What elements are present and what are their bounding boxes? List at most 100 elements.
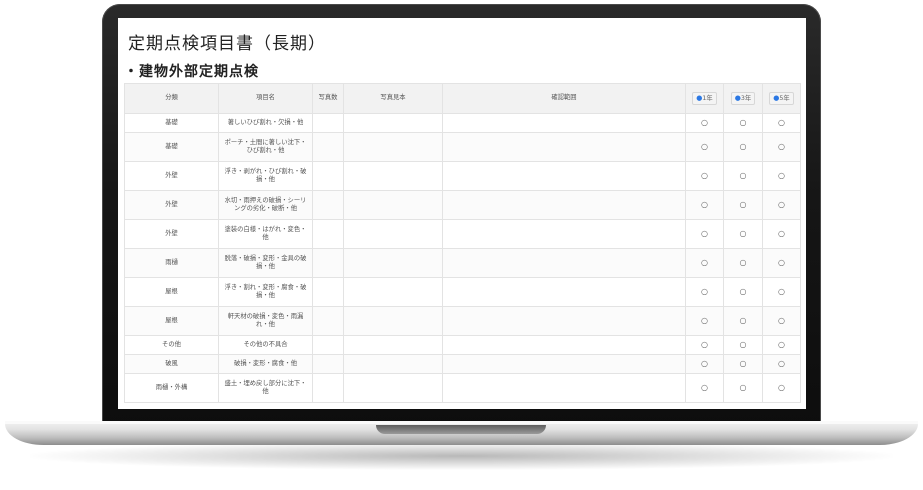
- row-year-1-mark: ○: [685, 354, 724, 374]
- header-photo-count: 写真数: [312, 83, 344, 114]
- header-year-3[interactable]: ●3年: [723, 83, 763, 114]
- row-year-5-mark: ○: [762, 277, 801, 307]
- row-year-5-mark: ○: [762, 354, 801, 374]
- row-year-1-mark: ○: [685, 113, 724, 133]
- laptop-screen: 定期点検項目書（長期） ・建物外部定期点検 分類 項目名 写真数 写真見本 確認…: [118, 18, 806, 409]
- row-year-5-mark: ○: [762, 306, 801, 336]
- row-photo-sample: [343, 306, 443, 336]
- row-item: 水切・雨押えの破損・シーリングの劣化・破断・他: [218, 190, 313, 220]
- row-item: 軒天材の破損・変色・雨漏れ・他: [218, 306, 313, 336]
- table-row: 雨樋・外構 盛土・埋め戻し部分に沈下・他 ○ ○ ○: [124, 373, 801, 403]
- row-year-1-mark: ○: [685, 219, 724, 249]
- row-year-5-mark: ○: [762, 132, 801, 162]
- row-photo-count: [312, 132, 344, 162]
- row-check-scope: [442, 335, 686, 355]
- row-year-1-mark: ○: [685, 277, 724, 307]
- row-photo-sample: [343, 113, 443, 133]
- row-photo-count: [312, 219, 344, 249]
- row-category: 屋根: [124, 277, 219, 307]
- row-year-3-mark: ○: [723, 277, 763, 307]
- table-row: 外壁 塗装の白様・はがれ・変色・他 ○ ○ ○: [124, 219, 801, 249]
- year-3-label: 3年: [740, 94, 752, 102]
- row-photo-count: [312, 373, 344, 403]
- row-year-5-mark: ○: [762, 373, 801, 403]
- row-check-scope: [442, 190, 686, 220]
- table-row: 基礎 ポーチ・土間に著しい沈下・ひび割れ・他 ○ ○ ○: [124, 132, 801, 162]
- row-year-3-mark: ○: [723, 354, 763, 374]
- year-5-badge[interactable]: ●5年: [769, 91, 794, 106]
- row-year-1-mark: ○: [685, 248, 724, 278]
- row-photo-count: [312, 335, 344, 355]
- row-photo-sample: [343, 190, 443, 220]
- row-year-3-mark: ○: [723, 161, 763, 191]
- row-item: 塗装の白様・はがれ・変色・他: [218, 219, 313, 249]
- row-photo-count: [312, 354, 344, 374]
- row-photo-count: [312, 161, 344, 191]
- row-year-5-mark: ○: [762, 190, 801, 220]
- row-item: ポーチ・土間に著しい沈下・ひび割れ・他: [218, 132, 313, 162]
- row-photo-sample: [343, 219, 443, 249]
- year-5-label: 5年: [779, 94, 790, 102]
- table-row: 基礎 著しいひび割れ・欠損・他 ○ ○ ○: [124, 113, 801, 133]
- row-year-3-mark: ○: [723, 113, 763, 133]
- row-photo-sample: [343, 161, 443, 191]
- row-check-scope: [442, 113, 686, 133]
- header-category: 分類: [124, 83, 219, 114]
- row-year-1-mark: ○: [685, 335, 724, 355]
- row-photo-sample: [343, 335, 443, 355]
- row-photo-sample: [343, 132, 443, 162]
- table-row: 屋根 浮き・割れ・変形・腐食・破損・他 ○ ○ ○: [124, 277, 801, 307]
- row-year-5-mark: ○: [762, 113, 801, 133]
- row-category: 破風: [124, 354, 219, 374]
- page-title: 定期点検項目書（長期）: [128, 34, 326, 54]
- row-check-scope: [442, 161, 686, 191]
- row-year-1-mark: ○: [685, 190, 724, 220]
- row-category: 基礎: [124, 132, 219, 162]
- section-title: ・建物外部定期点検: [124, 64, 259, 80]
- row-year-3-mark: ○: [723, 306, 763, 336]
- row-year-3-mark: ○: [723, 219, 763, 249]
- header-year-5[interactable]: ●5年: [762, 83, 801, 114]
- table-row: 屋根 軒天材の破損・変色・雨漏れ・他 ○ ○ ○: [124, 306, 801, 336]
- table-header-row: 分類 項目名 写真数 写真見本 確認範囲 ●1年 ●3年 ●5年: [124, 83, 801, 114]
- row-photo-count: [312, 248, 344, 278]
- row-check-scope: [442, 306, 686, 336]
- row-category: 基礎: [124, 113, 219, 133]
- row-item: 盛土・埋め戻し部分に沈下・他: [218, 373, 313, 403]
- row-check-scope: [442, 132, 686, 162]
- table-row: 雨樋 脱落・破損・変形・金具の破損・他 ○ ○ ○: [124, 248, 801, 278]
- table-row: 破風 破損・変形・腐食・他 ○ ○ ○: [124, 354, 801, 374]
- row-year-5-mark: ○: [762, 248, 801, 278]
- row-year-5-mark: ○: [762, 335, 801, 355]
- row-item: その他の不具合: [218, 335, 313, 355]
- row-photo-sample: [343, 373, 443, 403]
- row-item: 浮き・割れ・変形・腐食・破損・他: [218, 277, 313, 307]
- row-year-3-mark: ○: [723, 373, 763, 403]
- laptop-shadow: [30, 442, 893, 470]
- table-row: その他 その他の不具合 ○ ○ ○: [124, 335, 801, 355]
- header-year-1[interactable]: ●1年: [685, 83, 724, 114]
- row-year-5-mark: ○: [762, 219, 801, 249]
- laptop-base-edge: [5, 421, 918, 424]
- year-1-label: 1年: [702, 94, 713, 102]
- row-year-3-mark: ○: [723, 132, 763, 162]
- row-photo-sample: [343, 277, 443, 307]
- row-year-1-mark: ○: [685, 161, 724, 191]
- row-category: 外壁: [124, 190, 219, 220]
- row-category: 雨樋: [124, 248, 219, 278]
- row-photo-count: [312, 306, 344, 336]
- row-category: 外壁: [124, 219, 219, 249]
- header-photo-sample: 写真見本: [343, 83, 443, 114]
- row-photo-sample: [343, 354, 443, 374]
- row-item: 著しいひび割れ・欠損・他: [218, 113, 313, 133]
- year-1-badge[interactable]: ●1年: [692, 91, 717, 106]
- inspection-table: 分類 項目名 写真数 写真見本 確認範囲 ●1年 ●3年 ●5年 基礎 著しいひび…: [124, 83, 801, 403]
- row-check-scope: [442, 373, 686, 403]
- header-item: 項目名: [218, 83, 313, 114]
- row-year-3-mark: ○: [723, 248, 763, 278]
- row-item: 脱落・破損・変形・金具の破損・他: [218, 248, 313, 278]
- year-3-badge[interactable]: ●3年: [730, 91, 756, 106]
- row-category: その他: [124, 335, 219, 355]
- row-year-1-mark: ○: [685, 306, 724, 336]
- laptop-hinge-notch: [376, 425, 546, 434]
